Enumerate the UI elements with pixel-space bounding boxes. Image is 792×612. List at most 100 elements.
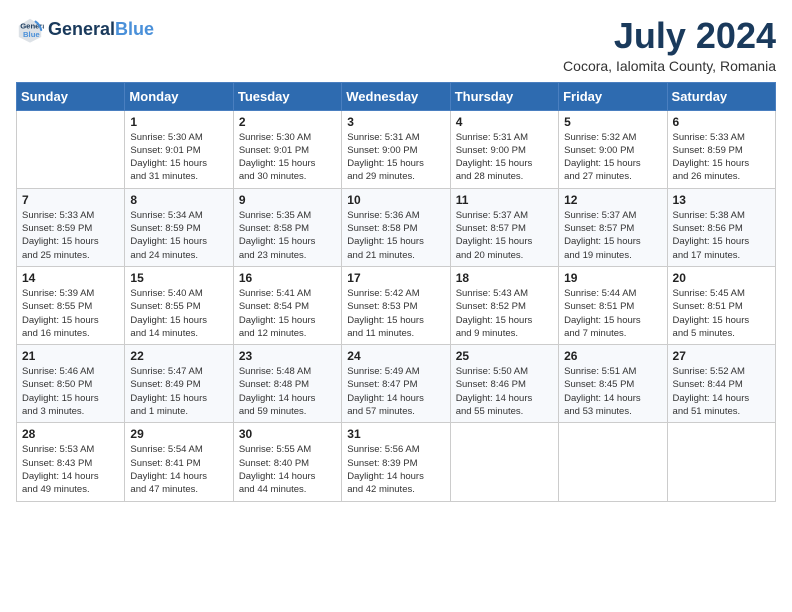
day-number: 27 bbox=[673, 349, 770, 363]
calendar-cell: 14Sunrise: 5:39 AM Sunset: 8:55 PM Dayli… bbox=[17, 266, 125, 344]
calendar-cell: 28Sunrise: 5:53 AM Sunset: 8:43 PM Dayli… bbox=[17, 423, 125, 501]
calendar-cell bbox=[450, 423, 558, 501]
calendar-cell: 16 Sunrise: 5:41 AM Sunset: 8:54 PM Dayli… bbox=[233, 266, 341, 344]
calendar-cell: 30 Sunrise: 5:55 AM Sunset: 8:40 PM Dayli… bbox=[233, 423, 341, 501]
day-info: Sunrise: 5:33 AM Sunset: 8:59 PM Dayligh… bbox=[22, 209, 119, 262]
day-info: Sunrise: 5:54 AM Sunset: 8:41 PM Dayligh… bbox=[130, 443, 227, 496]
calendar-cell: 15 Sunrise: 5:40 AM Sunset: 8:55 PM Dayli… bbox=[125, 266, 233, 344]
day-number: 24 bbox=[347, 349, 444, 363]
day-number: 23 bbox=[239, 349, 336, 363]
day-number: 9 bbox=[239, 193, 336, 207]
day-number: 19 bbox=[564, 271, 661, 285]
month-year-title: July 2024 bbox=[563, 16, 776, 56]
day-number: 13 bbox=[673, 193, 770, 207]
calendar-cell: 26 Sunrise: 5:51 AM Sunset: 8:45 PM Dayli… bbox=[559, 345, 667, 423]
day-number: 15 bbox=[130, 271, 227, 285]
calendar-cell: 24 Sunrise: 5:49 AM Sunset: 8:47 PM Dayli… bbox=[342, 345, 450, 423]
calendar-cell: 22 Sunrise: 5:47 AM Sunset: 8:49 PM Dayli… bbox=[125, 345, 233, 423]
day-info: Sunrise: 5:53 AM Sunset: 8:43 PM Dayligh… bbox=[22, 443, 119, 496]
calendar-cell: 11 Sunrise: 5:37 AM Sunset: 8:57 PM Dayli… bbox=[450, 188, 558, 266]
day-number: 30 bbox=[239, 427, 336, 441]
day-info: Sunrise: 5:37 AM Sunset: 8:57 PM Dayligh… bbox=[456, 209, 553, 262]
calendar-cell: 23 Sunrise: 5:48 AM Sunset: 8:48 PM Dayli… bbox=[233, 345, 341, 423]
day-number: 17 bbox=[347, 271, 444, 285]
day-info: Sunrise: 5:39 AM Sunset: 8:55 PM Dayligh… bbox=[22, 287, 119, 340]
week-row-3: 14Sunrise: 5:39 AM Sunset: 8:55 PM Dayli… bbox=[17, 266, 776, 344]
calendar-body: 1 Sunrise: 5:30 AM Sunset: 9:01 PM Daylig… bbox=[17, 110, 776, 501]
day-number: 10 bbox=[347, 193, 444, 207]
day-info: Sunrise: 5:43 AM Sunset: 8:52 PM Dayligh… bbox=[456, 287, 553, 340]
calendar-cell: 2 Sunrise: 5:30 AM Sunset: 9:01 PM Daylig… bbox=[233, 110, 341, 188]
day-info: Sunrise: 5:44 AM Sunset: 8:51 PM Dayligh… bbox=[564, 287, 661, 340]
logo-icon: General Blue bbox=[16, 16, 44, 44]
weekday-header-thursday: Thursday bbox=[450, 82, 558, 110]
weekday-header-row: SundayMondayTuesdayWednesdayThursdayFrid… bbox=[17, 82, 776, 110]
day-number: 18 bbox=[456, 271, 553, 285]
day-info: Sunrise: 5:48 AM Sunset: 8:48 PM Dayligh… bbox=[239, 365, 336, 418]
day-number: 21 bbox=[22, 349, 119, 363]
logo: General Blue GeneralBlue bbox=[16, 16, 154, 44]
calendar-cell bbox=[667, 423, 775, 501]
calendar-cell: 8Sunrise: 5:34 AM Sunset: 8:59 PM Daylig… bbox=[125, 188, 233, 266]
day-info: Sunrise: 5:46 AM Sunset: 8:50 PM Dayligh… bbox=[22, 365, 119, 418]
calendar-table: SundayMondayTuesdayWednesdayThursdayFrid… bbox=[16, 82, 776, 502]
calendar-cell: 13 Sunrise: 5:38 AM Sunset: 8:56 PM Dayli… bbox=[667, 188, 775, 266]
day-info: Sunrise: 5:52 AM Sunset: 8:44 PM Dayligh… bbox=[673, 365, 770, 418]
day-number: 5 bbox=[564, 115, 661, 129]
calendar-cell: 21 Sunrise: 5:46 AM Sunset: 8:50 PM Dayli… bbox=[17, 345, 125, 423]
day-info: Sunrise: 5:31 AM Sunset: 9:00 PM Dayligh… bbox=[347, 131, 444, 184]
calendar-cell: 3 Sunrise: 5:31 AM Sunset: 9:00 PM Daylig… bbox=[342, 110, 450, 188]
title-area: July 2024 Cocora, Ialomita County, Roman… bbox=[563, 16, 776, 74]
day-number: 1 bbox=[130, 115, 227, 129]
day-info: Sunrise: 5:36 AM Sunset: 8:58 PM Dayligh… bbox=[347, 209, 444, 262]
day-number: 16 bbox=[239, 271, 336, 285]
calendar-cell: 31Sunrise: 5:56 AM Sunset: 8:39 PM Dayli… bbox=[342, 423, 450, 501]
svg-text:Blue: Blue bbox=[23, 30, 40, 39]
week-row-5: 28Sunrise: 5:53 AM Sunset: 8:43 PM Dayli… bbox=[17, 423, 776, 501]
day-info: Sunrise: 5:56 AM Sunset: 8:39 PM Dayligh… bbox=[347, 443, 444, 496]
day-info: Sunrise: 5:38 AM Sunset: 8:56 PM Dayligh… bbox=[673, 209, 770, 262]
logo-text-general: GeneralBlue bbox=[48, 20, 154, 40]
day-number: 11 bbox=[456, 193, 553, 207]
calendar-cell: 27 Sunrise: 5:52 AM Sunset: 8:44 PM Dayli… bbox=[667, 345, 775, 423]
day-info: Sunrise: 5:32 AM Sunset: 9:00 PM Dayligh… bbox=[564, 131, 661, 184]
weekday-header-monday: Monday bbox=[125, 82, 233, 110]
day-info: Sunrise: 5:34 AM Sunset: 8:59 PM Dayligh… bbox=[130, 209, 227, 262]
day-number: 22 bbox=[130, 349, 227, 363]
calendar-cell: 17Sunrise: 5:42 AM Sunset: 8:53 PM Dayli… bbox=[342, 266, 450, 344]
weekday-header-wednesday: Wednesday bbox=[342, 82, 450, 110]
calendar-cell: 5 Sunrise: 5:32 AM Sunset: 9:00 PM Daylig… bbox=[559, 110, 667, 188]
day-info: Sunrise: 5:49 AM Sunset: 8:47 PM Dayligh… bbox=[347, 365, 444, 418]
day-number: 20 bbox=[673, 271, 770, 285]
day-info: Sunrise: 5:47 AM Sunset: 8:49 PM Dayligh… bbox=[130, 365, 227, 418]
day-info: Sunrise: 5:55 AM Sunset: 8:40 PM Dayligh… bbox=[239, 443, 336, 496]
location-subtitle: Cocora, Ialomita County, Romania bbox=[563, 58, 776, 74]
week-row-2: 7Sunrise: 5:33 AM Sunset: 8:59 PM Daylig… bbox=[17, 188, 776, 266]
calendar-cell: 7Sunrise: 5:33 AM Sunset: 8:59 PM Daylig… bbox=[17, 188, 125, 266]
calendar-cell: 1Sunrise: 5:30 AM Sunset: 9:01 PM Daylig… bbox=[125, 110, 233, 188]
day-number: 3 bbox=[347, 115, 444, 129]
day-info: Sunrise: 5:31 AM Sunset: 9:00 PM Dayligh… bbox=[456, 131, 553, 184]
weekday-header-tuesday: Tuesday bbox=[233, 82, 341, 110]
calendar-cell: 20 Sunrise: 5:45 AM Sunset: 8:51 PM Dayli… bbox=[667, 266, 775, 344]
day-info: Sunrise: 5:37 AM Sunset: 8:57 PM Dayligh… bbox=[564, 209, 661, 262]
day-info: Sunrise: 5:40 AM Sunset: 8:55 PM Dayligh… bbox=[130, 287, 227, 340]
day-info: Sunrise: 5:33 AM Sunset: 8:59 PM Dayligh… bbox=[673, 131, 770, 184]
day-info: Sunrise: 5:51 AM Sunset: 8:45 PM Dayligh… bbox=[564, 365, 661, 418]
week-row-1: 1 Sunrise: 5:30 AM Sunset: 9:01 PM Daylig… bbox=[17, 110, 776, 188]
weekday-header-sunday: Sunday bbox=[17, 82, 125, 110]
calendar-cell bbox=[17, 110, 125, 188]
day-info: Sunrise: 5:41 AM Sunset: 8:54 PM Dayligh… bbox=[239, 287, 336, 340]
calendar-cell: 4Sunrise: 5:31 AM Sunset: 9:00 PM Daylig… bbox=[450, 110, 558, 188]
calendar-cell bbox=[559, 423, 667, 501]
day-number: 26 bbox=[564, 349, 661, 363]
day-number: 29 bbox=[130, 427, 227, 441]
day-number: 2 bbox=[239, 115, 336, 129]
calendar-cell: 6Sunrise: 5:33 AM Sunset: 8:59 PM Daylig… bbox=[667, 110, 775, 188]
day-info: Sunrise: 5:45 AM Sunset: 8:51 PM Dayligh… bbox=[673, 287, 770, 340]
calendar-cell: 9Sunrise: 5:35 AM Sunset: 8:58 PM Daylig… bbox=[233, 188, 341, 266]
header: General Blue GeneralBlue July 2024 Cocor… bbox=[16, 16, 776, 74]
day-number: 25 bbox=[456, 349, 553, 363]
day-info: Sunrise: 5:30 AM Sunset: 9:01 PM Dayligh… bbox=[239, 131, 336, 184]
logo-text-blue: Blue bbox=[115, 19, 154, 39]
